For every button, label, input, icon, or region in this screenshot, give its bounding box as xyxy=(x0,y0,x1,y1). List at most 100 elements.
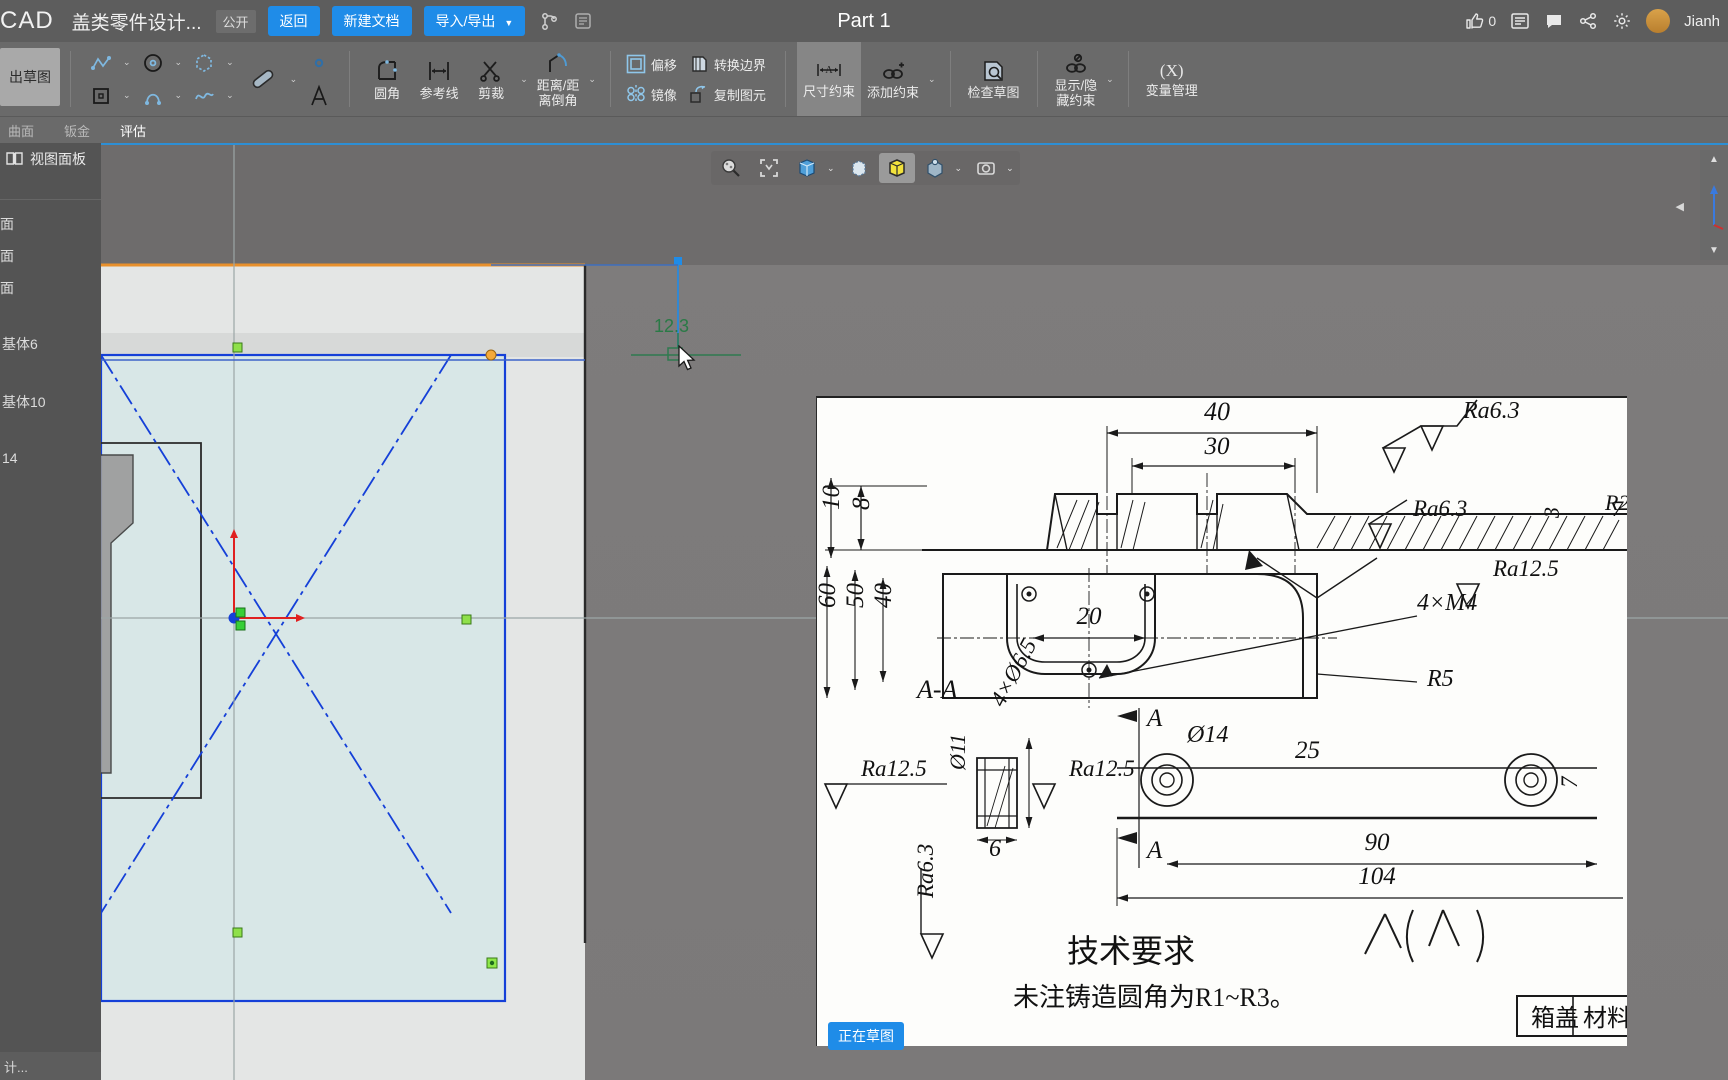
tree-item-base-10[interactable]: 基体10 xyxy=(0,386,101,418)
display-style-icon[interactable] xyxy=(841,153,877,183)
svg-text:Ra6.3: Ra6.3 xyxy=(1412,496,1467,521)
zoom-fit-icon[interactable] xyxy=(713,153,749,183)
text-icon[interactable] xyxy=(302,82,336,109)
comment-icon[interactable] xyxy=(1544,12,1564,30)
circle-icon[interactable] xyxy=(136,49,170,76)
appearance-icon[interactable] xyxy=(917,153,953,183)
ribbon-divider xyxy=(609,51,611,107)
polyline-icon[interactable] xyxy=(84,49,118,76)
collapse-panel-icon[interactable]: ◀ xyxy=(1676,200,1684,213)
chevron-down-icon[interactable]: ⌄ xyxy=(120,90,134,101)
import-export-button[interactable]: 导入/导出 ▼ xyxy=(423,6,526,36)
chevron-down-icon[interactable]: ⌄ xyxy=(120,57,134,68)
arc-icon[interactable] xyxy=(136,82,170,109)
titleblock-material: 材料 xyxy=(1583,1005,1627,1032)
visibility-badge: 公开 xyxy=(215,9,256,33)
tab-surface[interactable]: 曲面 xyxy=(8,121,34,140)
text-row xyxy=(302,82,336,109)
back-button[interactable]: 返回 xyxy=(267,6,320,36)
convert-edge-tool[interactable]: 转换边界 xyxy=(687,52,772,76)
point-icon[interactable] xyxy=(302,49,336,76)
mirror-label: 镜像 xyxy=(650,87,677,103)
svg-text:A-A: A-A xyxy=(915,675,958,704)
view-orientation-icon[interactable] xyxy=(789,153,825,183)
header-right-actions: 0 Jianh xyxy=(1465,0,1720,42)
document-title[interactable]: 盖类零件设计... xyxy=(72,8,202,35)
chevron-down-icon[interactable]: ⌄ xyxy=(827,163,839,174)
fillet-tool[interactable]: 圆角 xyxy=(361,42,413,116)
chevron-down-icon[interactable]: ⌄ xyxy=(172,57,186,68)
trim-tool[interactable]: 剪裁 xyxy=(465,42,517,116)
spline-icon[interactable] xyxy=(187,82,221,109)
user-avatar[interactable] xyxy=(1646,9,1671,33)
ribbon-divider xyxy=(784,51,786,107)
reference-line-tool[interactable]: 参考线 xyxy=(413,42,465,116)
branch-icon[interactable] xyxy=(541,12,558,31)
view-cube-panel[interactable]: ▲ ▼ xyxy=(1700,150,1728,260)
chevron-down-icon[interactable]: ⌄ xyxy=(925,74,939,85)
dimension-constraint-tool[interactable]: A 尺寸约束 xyxy=(796,42,861,116)
import-export-label: 导入/导出 xyxy=(435,13,496,29)
svg-text:20: 20 xyxy=(1077,603,1103,630)
chevron-down-icon[interactable]: ⌄ xyxy=(287,74,301,85)
chevron-down-icon[interactable]: ⌄ xyxy=(223,57,237,68)
copy-entity-tool[interactable]: 复制图元 xyxy=(687,82,772,106)
svg-text:Ra12.5: Ra12.5 xyxy=(860,756,927,781)
exit-sketch-button[interactable]: 出草图 xyxy=(0,48,60,106)
variable-group: (X) 变量管理 xyxy=(1133,42,1211,116)
chevron-down-icon[interactable]: ⌄ xyxy=(955,163,967,174)
tree-item-base-6[interactable]: 基体6 xyxy=(0,328,101,360)
chevron-down-icon[interactable]: ⌄ xyxy=(585,74,599,85)
distance-chamfer-tool[interactable]: 距离/距 离倒角 xyxy=(531,42,586,116)
thumbs-up-icon[interactable]: 0 xyxy=(1465,12,1496,30)
chevron-down-icon[interactable]: ⌄ xyxy=(1103,74,1117,85)
svg-text:7: 7 xyxy=(1557,775,1582,788)
show-hide-constraint-tool[interactable]: 显示/隐 藏约束 xyxy=(1049,42,1104,116)
chevron-down-icon[interactable]: ⌄ xyxy=(223,90,237,101)
check-sketch-tool[interactable]: 检查草图 xyxy=(962,42,1026,116)
chevron-down-icon[interactable]: ⌄ xyxy=(172,90,186,101)
chevron-down-icon[interactable]: ⌄ xyxy=(517,74,531,85)
shaded-cube-icon[interactable] xyxy=(878,153,915,183)
chevron-down-icon: ▼ xyxy=(504,18,514,28)
history-icon[interactable] xyxy=(574,12,592,30)
chevron-down-icon[interactable]: ▼ xyxy=(1709,245,1719,256)
tab-sheetmetal[interactable]: 钣金 xyxy=(64,121,90,140)
svg-text:Ra6.3: Ra6.3 xyxy=(1462,398,1520,424)
offset-tool[interactable]: 偏移 xyxy=(624,52,683,76)
distance-chamfer-label: 距离/距 离倒角 xyxy=(536,77,580,108)
svg-text:3: 3 xyxy=(1539,507,1564,519)
camera-icon[interactable] xyxy=(968,153,1004,183)
reference-drawing-image[interactable]: 40 30 10 8 Ra6.3 Ra6.3 3 R 7 60 50 40 20… xyxy=(816,396,1627,1046)
view-panel-header[interactable]: 视图面板 xyxy=(0,143,101,175)
slot-icon[interactable] xyxy=(241,57,285,101)
tree-item-face-1[interactable]: 面 xyxy=(0,208,101,240)
svg-text:60: 60 xyxy=(817,583,841,609)
rectangle-icon[interactable] xyxy=(84,82,118,109)
fit-screen-icon[interactable] xyxy=(751,153,787,183)
sketch-tool-column-3 xyxy=(300,42,338,116)
tree-item-face-3[interactable]: 面 xyxy=(0,272,101,304)
gear-icon[interactable] xyxy=(1612,11,1632,31)
sketch-tool-row-top: ⌄ ⌄ ⌄ xyxy=(84,49,237,76)
variable-manager-tool[interactable]: (X) 变量管理 xyxy=(1140,42,1204,116)
chevron-down-icon[interactable]: ⌄ xyxy=(1006,163,1018,174)
copy-entity-label: 复制图元 xyxy=(713,87,766,103)
chevron-up-icon[interactable]: ▲ xyxy=(1709,154,1719,165)
mirror-tool[interactable]: 镜像 xyxy=(624,82,683,106)
list-icon[interactable] xyxy=(1510,12,1530,30)
engineering-drawing-svg: 40 30 10 8 Ra6.3 Ra6.3 3 R 7 60 50 40 20… xyxy=(817,398,1627,1046)
polygon-icon[interactable] xyxy=(187,49,221,76)
tree-item-14[interactable]: 14 xyxy=(0,444,101,472)
tree-item-face-2[interactable]: 面 xyxy=(0,240,101,272)
ribbon-divider xyxy=(1036,51,1038,107)
add-constraint-tool[interactable]: 添加约束 xyxy=(861,42,925,116)
trim-label: 剪裁 xyxy=(478,86,505,102)
share-icon[interactable] xyxy=(1578,12,1598,30)
viewport-accent-line xyxy=(101,143,1728,145)
tab-evaluate[interactable]: 评估 xyxy=(120,121,146,140)
svg-text:104: 104 xyxy=(1358,863,1396,890)
ribbon-divider xyxy=(1127,51,1129,107)
new-document-button[interactable]: 新建文档 xyxy=(331,6,412,36)
ribbon-divider xyxy=(70,51,71,107)
